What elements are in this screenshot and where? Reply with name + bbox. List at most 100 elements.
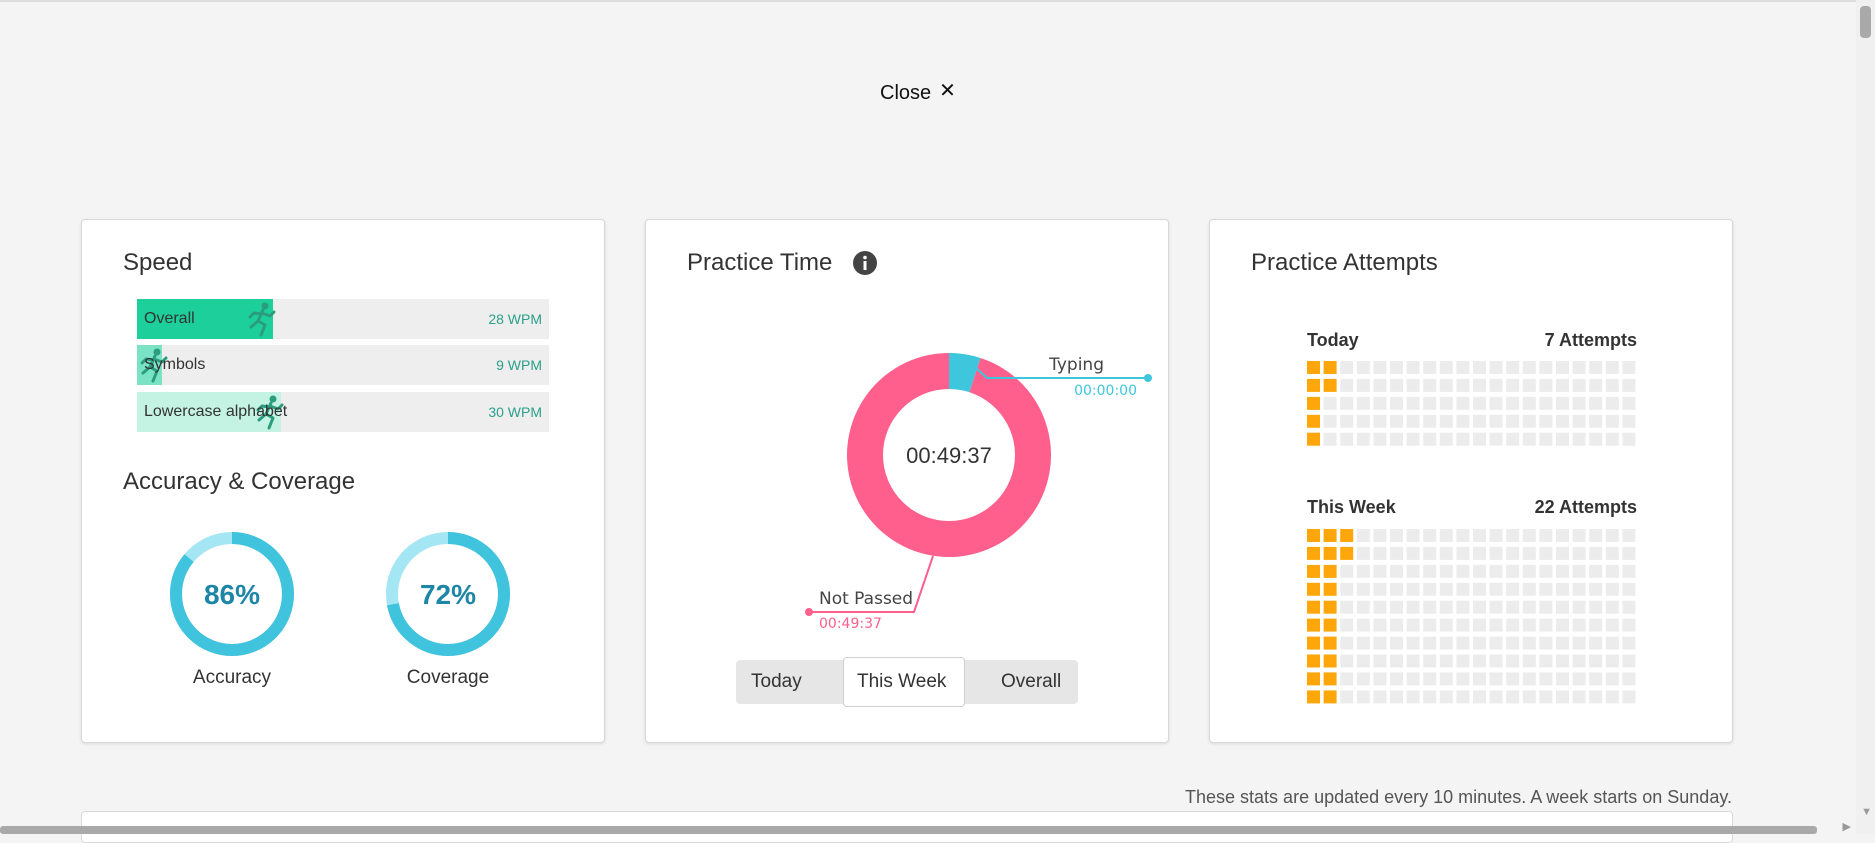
attempt-cell [1323,396,1337,410]
attempt-cell [1439,529,1453,542]
stats-footnote: These stats are updated every 10 minutes… [1185,787,1732,807]
attempt-cell [1605,378,1619,392]
attempt-cell [1539,582,1553,596]
vertical-scrollbar[interactable]: ▼ [1856,0,1875,834]
attempt-cell [1323,546,1337,560]
attempt-cell [1456,582,1470,596]
attempt-cell [1589,414,1603,428]
typing-label: Typing [1048,355,1104,375]
close-button[interactable]: Close ✕ [880,80,956,105]
attempt-cell [1356,396,1370,410]
attempt-cell [1439,378,1453,392]
attempt-cell [1489,600,1503,614]
vertical-scroll-thumb[interactable] [1860,6,1871,38]
attempt-cell [1506,414,1520,428]
scroll-down-icon[interactable]: ▼ [1861,806,1872,818]
attempt-cell [1589,600,1603,614]
attempt-cell [1572,529,1586,542]
tab-overall[interactable]: Overall [1001,671,1061,693]
attempt-cell [1439,564,1453,578]
attempt-cell [1539,672,1553,686]
attempt-cell [1589,672,1603,686]
attempt-cell [1340,618,1354,632]
attempt-cell [1406,546,1420,560]
attempt-cell [1456,378,1470,392]
typing-time: 00:00:00 [1074,383,1137,399]
attempt-cell [1605,432,1619,446]
attempt-cell [1572,600,1586,614]
attempt-cell [1423,672,1437,686]
attempt-cell [1356,529,1370,542]
attempt-cell [1622,378,1636,392]
accuracy-coverage-title: Accuracy & Coverage [123,468,356,495]
attempt-cell [1423,582,1437,596]
attempt-cell [1522,600,1536,614]
attempt-cell [1307,529,1320,542]
attempt-cell [1390,564,1403,578]
attempt-cell [1456,546,1470,560]
attempt-cell [1556,361,1569,374]
attempt-cell [1506,378,1520,392]
attempt-cell [1439,396,1453,410]
attempt-cell [1539,690,1553,704]
attempt-cell [1539,361,1553,374]
attempt-cell [1439,618,1453,632]
attempt-cell [1589,361,1603,374]
attempt-cell [1307,618,1320,632]
attempt-cell [1323,564,1337,578]
attempt-cell [1489,414,1503,428]
attempt-cell [1373,378,1387,392]
attempt-cell [1406,600,1420,614]
attempt-cell [1622,600,1636,614]
attempt-cell [1356,432,1370,446]
tab-this-week[interactable]: This Week [857,671,946,693]
attempt-cell [1340,529,1354,542]
attempt-cell [1323,600,1337,614]
attempt-cell [1373,432,1387,446]
attempt-cell [1556,529,1569,542]
attempt-cell [1489,618,1503,632]
attempt-cell [1439,361,1453,374]
attempt-cell [1539,654,1553,668]
attempt-cell [1506,690,1520,704]
attempt-cell [1373,636,1387,650]
attempt-cell [1605,618,1619,632]
attempt-cell [1489,529,1503,542]
attempt-cell [1622,636,1636,650]
attempt-cell [1506,600,1520,614]
attempt-cell [1489,690,1503,704]
attempt-cell [1473,546,1486,560]
attempt-cell [1522,564,1536,578]
attempt-cell [1356,654,1370,668]
attempt-cell [1390,414,1403,428]
attempt-cell [1572,690,1586,704]
attempt-cell [1522,636,1536,650]
tab-today[interactable]: Today [751,671,802,693]
attempt-cell [1456,361,1470,374]
attempt-cell [1506,654,1520,668]
attempt-cell [1390,582,1403,596]
attempt-cell [1572,582,1586,596]
attempt-cell [1539,636,1553,650]
attempt-cell [1323,636,1337,650]
attempt-cell [1439,432,1453,446]
attempt-cell [1340,361,1354,374]
attempt-cell [1307,654,1320,668]
scroll-right-icon[interactable]: ▶ [1843,820,1851,833]
attempt-cell [1373,529,1387,542]
attempt-cell [1456,396,1470,410]
attempt-cell [1423,618,1437,632]
attempt-cell [1605,582,1619,596]
speed-bar-wpm: 9 WPM [496,357,542,373]
attempt-cell [1423,564,1437,578]
attempt-cell [1390,361,1403,374]
attempt-cell [1522,618,1536,632]
attempt-cell [1340,654,1354,668]
attempt-cell [1456,564,1470,578]
attempt-cell [1605,690,1619,704]
attempt-cell [1439,672,1453,686]
attempt-cell [1340,396,1354,410]
horizontal-scrollbar[interactable] [0,826,1817,834]
attempt-cell [1522,582,1536,596]
attempt-cell [1489,654,1503,668]
